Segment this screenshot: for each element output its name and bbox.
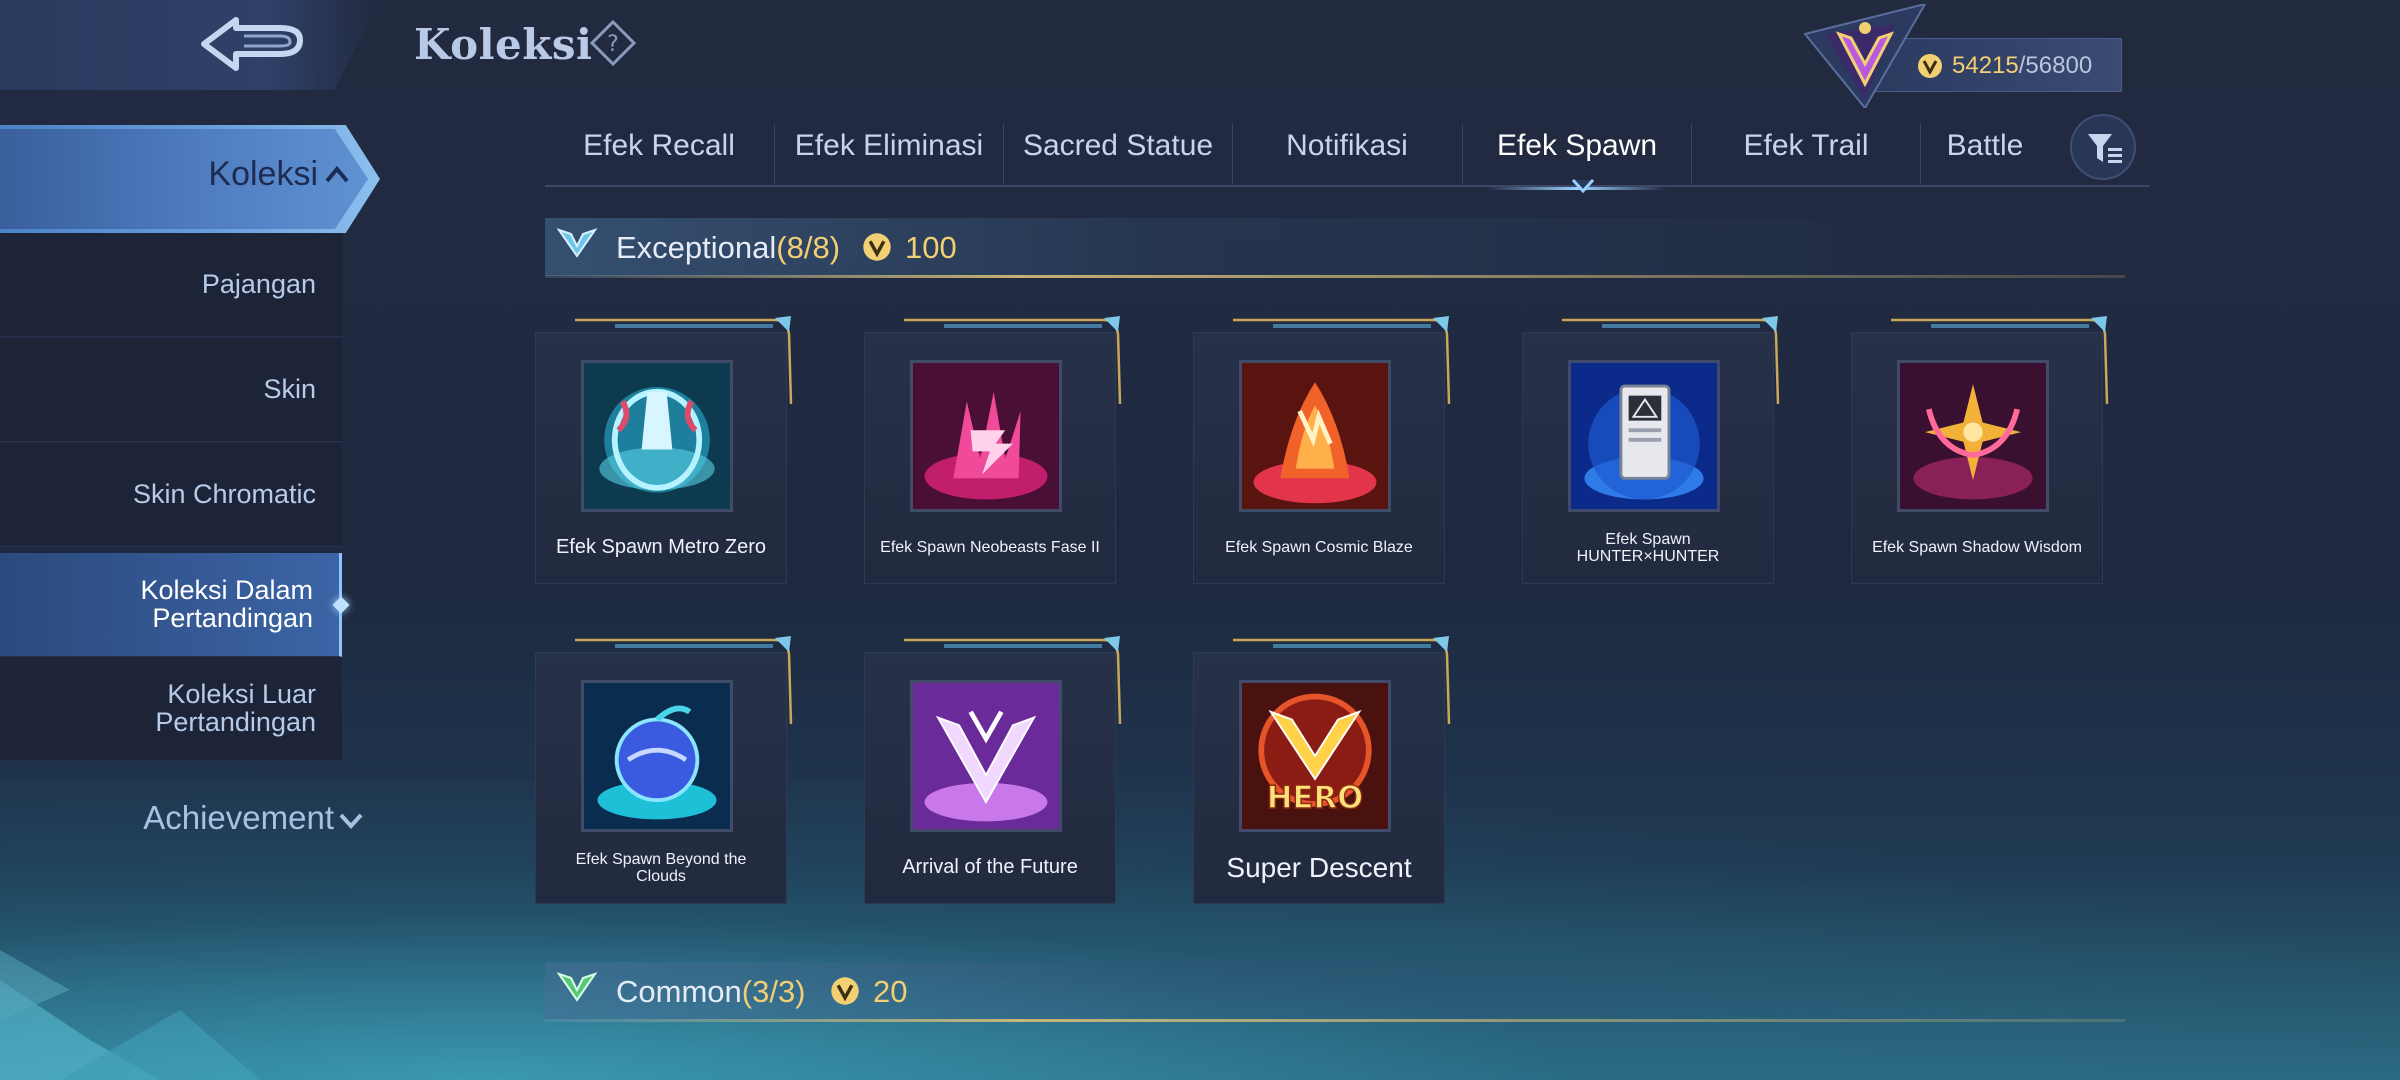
item-name: Efek Spawn Beyond the Clouds [575,850,747,885]
super-descent-art: HERO [1239,680,1391,832]
svg-text:?: ? [607,32,619,57]
item-name: Super Descent [1226,851,1412,883]
gold-coin-icon [831,977,859,1005]
sidebar-item-koleksi-luar-pertandingan[interactable]: Koleksi Luar Pertandingan [0,657,342,761]
section-price: 20 [873,974,908,1009]
tab-efek-eliminasi[interactable]: Efek Eliminasi [775,120,1003,184]
section-header-exceptional: Exceptional(8/8) 100 [545,218,2125,280]
currency-value: 54215/56800 [1952,52,2092,80]
section-price: 100 [905,230,957,265]
sidebar-header[interactable]: Koleksi [0,125,380,233]
shadow-wisdom-art [1897,360,2049,512]
sidebar-item-achievement[interactable]: Achievement [0,793,363,843]
item-card-metro-zero[interactable]: Efek Spawn Metro Zero [535,316,800,596]
item-card-beyond-clouds[interactable]: Efek Spawn Beyond the Clouds [535,636,800,916]
item-card-cosmic-blaze[interactable]: Efek Spawn Cosmic Blaze [1193,316,1458,596]
filter-icon [2088,134,2122,163]
section-count: (3/3) [741,974,806,1009]
sidebar-header-label: Koleksi [208,155,318,193]
background-shards [0,950,260,1080]
tab-label: Efek Recall [583,129,735,162]
beyond-clouds-art [581,680,733,832]
item-card-super-descent[interactable]: HERO Super Descent [1193,636,1458,916]
rank-emblem-icon [1803,4,1927,108]
item-name: Arrival of the Future [902,856,1078,879]
item-card-shadow-wisdom[interactable]: Efek Spawn Shadow Wisdom [1851,316,2116,596]
tab-label: Notifikasi [1286,129,1408,162]
help-icon[interactable]: ? [590,20,636,66]
tab-label: Sacred Statue [1022,129,1214,162]
active-tab-marker-icon [1571,178,1595,194]
item-card-neobeasts[interactable]: Efek Spawn Neobeasts Fase II [864,316,1129,596]
tab-efek-spawn[interactable]: Efek Spawn [1463,120,1691,190]
item-name: Efek Spawn Neobeasts Fase II [880,539,1100,557]
filter-button[interactable] [2070,114,2136,180]
page-title: Koleksi [414,20,593,69]
metro-zero-art [581,360,733,512]
sidebar-item-label: Koleksi Dalam Pertandingan [140,574,313,633]
sidebar-item-label: Skin [263,373,316,404]
section-header-common: Common(3/3) 20 [545,962,2125,1024]
sidebar-item-pajangan[interactable]: Pajangan [0,233,342,337]
hunter-hunter-art [1568,360,1720,512]
item-name: Efek Spawn HUNTER×HUNTER [1576,530,1720,565]
section-title: Common(3/3) [616,974,806,1010]
item-name: Efek Spawn Shadow Wisdom [1872,539,2082,557]
tab-notifikasi[interactable]: Notifikasi [1233,120,1461,184]
tab-label: Efek Eliminasi [794,129,984,162]
back-arrow-icon [201,17,303,71]
tab-bar: Efek Recall Efek Eliminasi Sacred Statue… [545,120,2150,190]
sidebar-item-label: Pajangan [201,268,316,299]
arrival-future-art [910,680,1062,832]
gold-coin-icon [1918,54,1942,78]
item-name: Efek Spawn Cosmic Blaze [1225,539,1413,557]
item-card-hunter-hunter[interactable]: Efek Spawn HUNTER×HUNTER [1522,316,1787,596]
tab-label: Efek Spawn [1496,129,1658,162]
sidebar-item-label: Koleksi Luar Pertandingan [155,678,316,737]
sidebar-item-label: Skin Chromatic [132,478,316,509]
neobeasts-art [910,360,1062,512]
back-button[interactable] [0,0,380,90]
gold-coin-icon [863,233,891,261]
section-title-label: Exceptional [616,230,777,265]
sidebar-item-skin-chromatic[interactable]: Skin Chromatic [0,443,342,547]
tab-label: Battle [1946,129,2024,162]
common-tier-icon [557,972,597,1002]
tab-label: Efek Trail [1743,129,1869,162]
cosmic-blaze-art [1239,360,1391,512]
chevron-down-icon [339,813,363,829]
achievement-label: Achievement [143,799,334,836]
currency-current: 54215 [1952,52,2019,79]
item-name: Efek Spawn Metro Zero [555,536,767,559]
section-count: (8/8) [776,230,841,265]
chevron-up-icon [325,165,349,183]
sidebar-item-skin[interactable]: Skin [0,338,342,442]
section-title-label: Common [616,974,742,1009]
hero-text: HERO [1267,780,1363,816]
item-card-arrival-future[interactable]: Arrival of the Future [864,636,1129,916]
tab-underline [545,185,2150,187]
exceptional-tier-icon [557,228,597,258]
currency-max: 56800 [2025,52,2093,79]
tab-efek-recall[interactable]: Efek Recall [545,120,773,184]
section-title: Exceptional(8/8) [616,230,840,266]
tab-sacred-statue[interactable]: Sacred Statue [1004,120,1232,184]
sidebar-item-koleksi-dalam-pertandingan[interactable]: Koleksi Dalam Pertandingan [0,553,342,657]
